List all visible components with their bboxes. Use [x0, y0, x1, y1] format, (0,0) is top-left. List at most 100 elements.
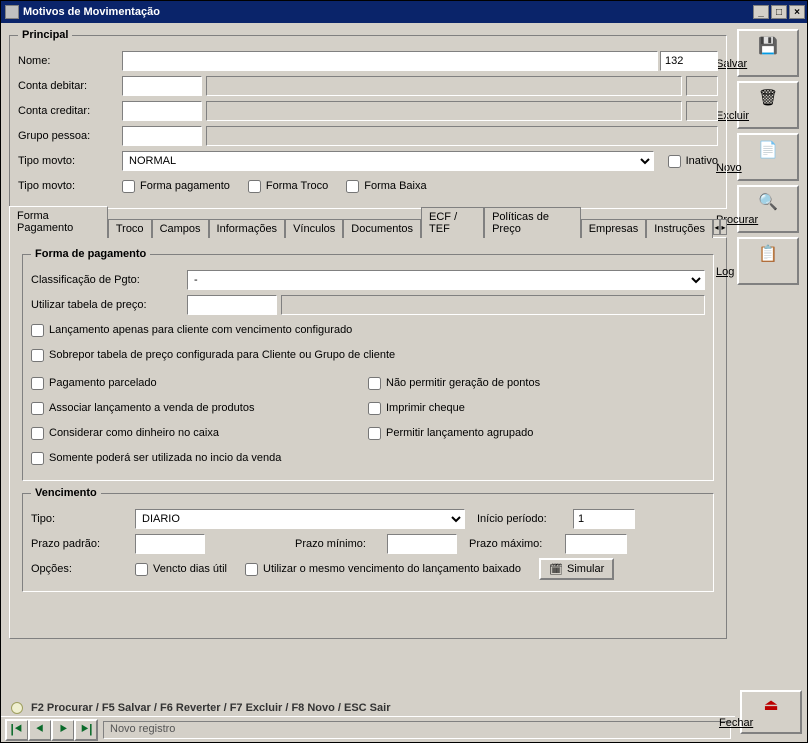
shortcut-text: F2 Procurar / F5 Salvar / F6 Reverter / …: [31, 702, 390, 714]
prazo-padrao-input[interactable]: [135, 534, 205, 554]
chk-lanc-cliente-label: Lançamento apenas para cliente com venci…: [49, 324, 352, 336]
nav-prev-button[interactable]: ⯇: [28, 719, 52, 741]
chk-somente-inicio-label: Somente poderá ser utilizada no incio da…: [49, 452, 281, 464]
chk-parcelado[interactable]: [31, 377, 44, 390]
nav-last-button[interactable]: ⯈|: [74, 719, 98, 741]
inicio-periodo-label: Início período:: [477, 513, 573, 525]
prazo-maximo-label: Prazo máximo:: [469, 538, 565, 550]
tab-documentos[interactable]: Documentos: [343, 219, 421, 238]
prazo-maximo-input[interactable]: [565, 534, 627, 554]
close-window-button[interactable]: ×: [789, 5, 805, 19]
forma-baixa-checkbox[interactable]: [346, 180, 359, 193]
chk-considerar-dinheiro-label: Considerar como dinheiro no caixa: [49, 427, 219, 439]
exit-icon: ⏏: [763, 695, 778, 715]
utilizar-tabela-code[interactable]: [187, 295, 277, 315]
search-button[interactable]: 🔍 Procurar: [737, 185, 799, 233]
chk-associar-label: Associar lançamento a venda de produtos: [49, 402, 254, 414]
calendar-icon: 🗓: [549, 563, 563, 576]
conta-debitar-code[interactable]: [122, 76, 202, 96]
tab-campos[interactable]: Campos: [152, 219, 209, 238]
forma-pagamento-legend: Forma de pagamento: [31, 248, 150, 260]
save-button[interactable]: 💾 Salvar: [737, 29, 799, 77]
conta-debitar-extra: [686, 76, 718, 96]
chk-considerar-dinheiro[interactable]: [31, 427, 44, 440]
new-button[interactable]: 📄 Novo: [737, 133, 799, 181]
conta-creditar-desc: [206, 101, 682, 121]
nome-label: Nome:: [18, 55, 122, 67]
chk-nao-pontos-label: Não permitir geração de pontos: [386, 377, 540, 389]
app-icon: [5, 5, 19, 19]
nav-first-button[interactable]: |⯇: [5, 719, 29, 741]
tabs: Forma Pagamento Troco Campos Informações…: [9, 215, 727, 639]
simular-button[interactable]: 🗓 Simular: [539, 558, 614, 580]
prazo-minimo-input[interactable]: [387, 534, 457, 554]
delete-button[interactable]: 🗑 Excluir: [737, 81, 799, 129]
principal-group: Principal Nome: Conta debitar: Conta cre…: [9, 29, 727, 209]
opcoes-label: Opções:: [31, 563, 135, 575]
tab-empresas[interactable]: Empresas: [581, 219, 647, 238]
inativo-label: Inativo: [686, 155, 718, 167]
chk-permitir-agrupado-label: Permitir lançamento agrupado: [386, 427, 533, 439]
grupo-pessoa-label: Grupo pessoa:: [18, 130, 122, 142]
chk-permitir-agrupado[interactable]: [368, 427, 381, 440]
chk-imprimir-cheque[interactable]: [368, 402, 381, 415]
code-input[interactable]: [660, 51, 718, 71]
tab-scroll-left[interactable]: ◂: [713, 219, 720, 235]
forma-troco-checkbox[interactable]: [248, 180, 261, 193]
log-button[interactable]: 📋 Log: [737, 237, 799, 285]
chk-associar[interactable]: [31, 402, 44, 415]
tab-scroll-right[interactable]: ▸: [720, 219, 727, 235]
conta-creditar-code[interactable]: [122, 101, 202, 121]
tab-forma-pagamento[interactable]: Forma Pagamento: [9, 206, 108, 238]
new-icon: 📄: [758, 140, 778, 160]
record-navbar: |⯇ ⯇ ⯈ ⯈| Novo registro: [1, 716, 735, 742]
search-icon: 🔍: [758, 192, 778, 212]
vencimento-group: Vencimento Tipo: DIARIO Início período:: [22, 487, 714, 592]
chk-vencto-dias-util-label: Vencto dias útil: [153, 563, 227, 575]
tab-ecf-tef[interactable]: ECF / TEF: [421, 207, 484, 238]
tab-politicas-preco[interactable]: Políticas de Preço: [484, 207, 581, 238]
chk-somente-inicio[interactable]: [31, 452, 44, 465]
tab-informacoes[interactable]: Informações: [209, 219, 286, 238]
classificacao-select[interactable]: -: [187, 270, 705, 290]
forma-baixa-chk-label: Forma Baixa: [364, 180, 426, 192]
chk-vencto-dias-util[interactable]: [135, 563, 148, 576]
tipo-movto-select[interactable]: NORMAL: [122, 151, 654, 171]
venc-tipo-label: Tipo:: [31, 513, 135, 525]
inicio-periodo-input[interactable]: [573, 509, 635, 529]
simular-label: Simular: [567, 563, 604, 575]
tab-vinculos[interactable]: Vínculos: [285, 219, 343, 238]
close-button[interactable]: ⏏ Fechar: [740, 690, 802, 734]
nav-next-button[interactable]: ⯈: [51, 719, 75, 741]
conta-creditar-label: Conta creditar:: [18, 105, 122, 117]
utilizar-tabela-desc: [281, 295, 705, 315]
titlebar: Motivos de Movimentação _ □ ×: [1, 1, 807, 23]
chk-nao-pontos[interactable]: [368, 377, 381, 390]
prazo-padrao-label: Prazo padrão:: [31, 538, 135, 550]
log-icon: 📋: [758, 244, 778, 264]
minimize-button[interactable]: _: [753, 5, 769, 19]
conta-debitar-desc: [206, 76, 682, 96]
tab-panel-forma-pagamento: Forma de pagamento Classificação de Pgto…: [9, 237, 727, 639]
tab-instrucoes[interactable]: Instruções: [646, 219, 713, 238]
forma-pagamento-checkbox[interactable]: [122, 180, 135, 193]
chk-sobrepor-label: Sobrepor tabela de preço configurada par…: [49, 349, 395, 361]
venc-tipo-select[interactable]: DIARIO: [135, 509, 465, 529]
chk-lanc-cliente[interactable]: [31, 324, 44, 337]
tab-troco[interactable]: Troco: [108, 219, 152, 238]
trash-icon: 🗑: [758, 88, 778, 108]
app-window: Motivos de Movimentação _ □ × Principal …: [0, 0, 808, 743]
tabstrip: Forma Pagamento Troco Campos Informações…: [9, 215, 727, 237]
forma-pagamento-group: Forma de pagamento Classificação de Pgto…: [22, 248, 714, 481]
grupo-pessoa-code[interactable]: [122, 126, 202, 146]
prazo-minimo-label: Prazo mínimo:: [295, 538, 387, 550]
chk-sobrepor[interactable]: [31, 349, 44, 362]
conta-creditar-extra: [686, 101, 718, 121]
chk-parcelado-label: Pagamento parcelado: [49, 377, 157, 389]
nome-input[interactable]: [122, 51, 658, 71]
maximize-button[interactable]: □: [771, 5, 787, 19]
tipo-movto-label: Tipo movto:: [18, 155, 122, 167]
inativo-checkbox[interactable]: [668, 155, 681, 168]
chk-utilizar-mesmo[interactable]: [245, 563, 258, 576]
window-title: Motivos de Movimentação: [23, 6, 751, 18]
